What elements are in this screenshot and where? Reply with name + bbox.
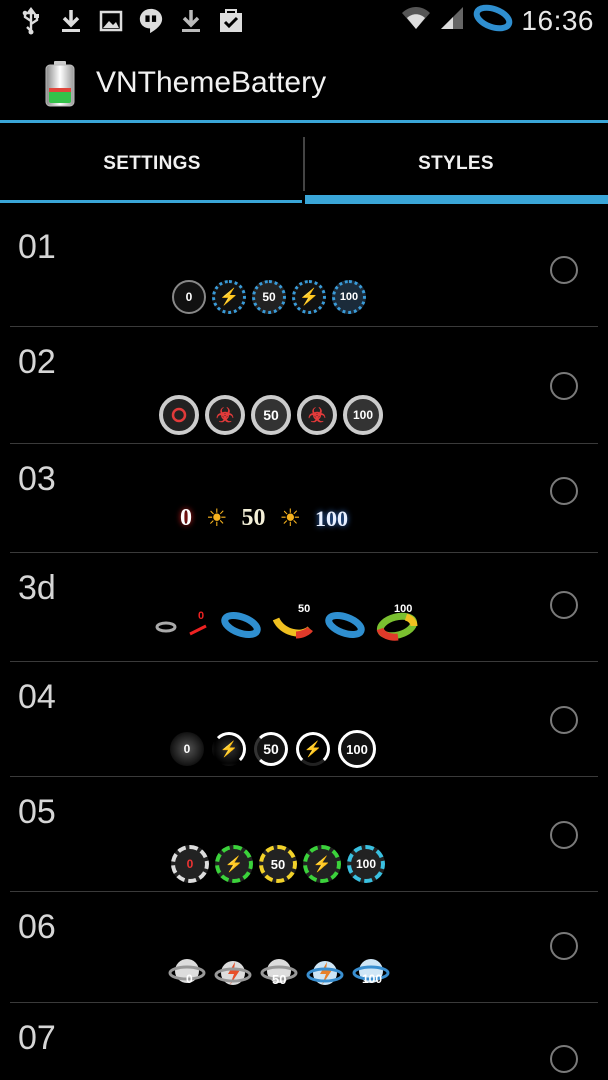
list-item[interactable]: 3d 0 50 100 xyxy=(0,553,608,662)
preview-gauge: 50 xyxy=(251,395,291,435)
battery-app-icon xyxy=(44,60,76,108)
preview-gauge: 50 xyxy=(272,603,314,641)
preview-gauge: 50 xyxy=(254,732,288,766)
ring-icon xyxy=(325,611,365,639)
style-name: 03 xyxy=(18,460,56,498)
preview-gauge-label: 50 xyxy=(272,972,287,987)
bolt-globe-icon xyxy=(214,961,252,985)
sun-icon: ☀ xyxy=(206,505,228,532)
image-icon xyxy=(98,6,124,36)
status-bar: 16:36 xyxy=(0,0,608,44)
preview-gauge: 0 xyxy=(168,956,206,990)
style-name: 02 xyxy=(18,343,56,381)
style-radio[interactable] xyxy=(550,706,578,734)
bolt-icon: ⚡ xyxy=(292,280,326,314)
preview-gauge: 100 xyxy=(338,730,376,768)
preview-gauge: 0 xyxy=(188,610,210,640)
style-preview: 0 ⚡ 50 ⚡ 100 xyxy=(171,845,385,883)
preview-gauge-label: 50 xyxy=(298,603,311,615)
bolt-icon: ⚡ xyxy=(215,845,253,883)
list-item[interactable]: 07 xyxy=(0,1003,608,1080)
list-item[interactable]: 03 0 ☀ 50 ☀ 100 xyxy=(0,444,608,553)
style-name: 01 xyxy=(18,228,56,266)
power-icon xyxy=(159,395,199,435)
style-preview: 0 ☀ 50 ☀ 100 xyxy=(180,504,348,533)
bolt-icon: ⚡ xyxy=(212,280,246,314)
bolt-icon: ⚡ xyxy=(212,732,246,766)
preview-gauge: 100 xyxy=(352,956,394,990)
list-item[interactable]: 01 0 ⚡ 50 ⚡ 100 xyxy=(0,210,608,327)
list-item[interactable]: 04 0 ⚡ 50 ⚡ 100 xyxy=(0,662,608,777)
preview-gauge-label: 100 xyxy=(362,972,383,986)
preview-gauge: 50 xyxy=(241,505,266,531)
notification-icons xyxy=(18,6,244,36)
style-preview: 0 50 100 xyxy=(154,603,418,641)
style-radio[interactable] xyxy=(550,477,578,505)
sun-icon: ☀ xyxy=(279,505,302,532)
preview-gauge: 100 xyxy=(315,505,349,531)
action-bar: VNThemeBattery xyxy=(0,44,608,122)
bolt-icon: ⚡ xyxy=(303,845,341,883)
bolt-globe-icon xyxy=(306,961,344,985)
download-icon xyxy=(58,6,84,36)
tab-bar: SETTINGS STYLES xyxy=(0,123,608,205)
clipboard-check-icon xyxy=(218,6,244,36)
preview-gauge: 100 xyxy=(376,603,418,641)
style-name: 07 xyxy=(18,1019,56,1057)
preview-gauge: 100 xyxy=(343,395,383,435)
wifi-icon xyxy=(401,5,431,36)
style-radio[interactable] xyxy=(550,591,578,619)
list-item[interactable]: 02 ☣ 50 ☣ 100 xyxy=(0,327,608,444)
preview-gauge: 0 xyxy=(171,845,209,883)
preview-gauge: 50 xyxy=(252,280,286,314)
style-name: 04 xyxy=(18,678,56,716)
style-name: 3d xyxy=(18,569,56,607)
app-title: VNThemeBattery xyxy=(96,66,327,99)
tab-settings[interactable]: SETTINGS xyxy=(0,123,304,205)
style-name: 06 xyxy=(18,908,56,946)
biohazard-icon: ☣ xyxy=(297,395,337,435)
style-radio[interactable] xyxy=(550,821,578,849)
tab-underline xyxy=(0,200,302,203)
preview-gauge-label: 0 xyxy=(186,972,193,986)
preview-gauge: 100 xyxy=(347,845,385,883)
preview-gauge: 0 xyxy=(172,280,206,314)
style-preview: ☣ 50 ☣ 100 xyxy=(159,395,383,435)
tab-selected-indicator xyxy=(305,195,608,204)
preview-gauge-label: 100 xyxy=(394,603,413,615)
ring-icon xyxy=(221,611,261,639)
preview-gauge: 0 xyxy=(170,732,204,766)
download-icon xyxy=(178,6,204,36)
preview-gauge: 0 xyxy=(180,505,192,531)
style-list: 01 0 ⚡ 50 ⚡ 100 02 ☣ 50 ☣ 100 03 0 ☀ 50 … xyxy=(0,210,608,1080)
preview-gauge: 50 xyxy=(260,956,298,990)
system-icons: 16:36 xyxy=(401,4,594,37)
signal-icon xyxy=(439,5,465,36)
style-preview: 0 ⚡ 50 ⚡ 100 xyxy=(170,730,376,768)
biohazard-icon: ☣ xyxy=(205,395,245,435)
list-item[interactable]: 05 0 ⚡ 50 ⚡ 100 xyxy=(0,777,608,892)
preview-gauge-label: 0 xyxy=(198,610,205,622)
style-preview: 0 50 100 xyxy=(168,956,394,990)
style-preview: 0 ⚡ 50 ⚡ 100 xyxy=(172,280,366,314)
hangouts-icon xyxy=(138,6,164,36)
tab-styles[interactable]: STYLES xyxy=(304,123,608,205)
style-name: 05 xyxy=(18,793,56,831)
bolt-icon: ⚡ xyxy=(296,732,330,766)
empty-ring-icon xyxy=(155,621,177,633)
style-radio[interactable] xyxy=(550,1045,578,1073)
style-radio[interactable] xyxy=(550,932,578,960)
preview-gauge: 50 xyxy=(259,845,297,883)
style-radio[interactable] xyxy=(550,372,578,400)
usb-icon xyxy=(18,6,44,36)
list-item[interactable]: 06 0 50 100 xyxy=(0,892,608,1003)
preview-gauge: 100 xyxy=(332,280,366,314)
style-radio[interactable] xyxy=(550,256,578,284)
battery-ring-icon xyxy=(473,4,513,37)
clock: 16:36 xyxy=(521,4,594,36)
